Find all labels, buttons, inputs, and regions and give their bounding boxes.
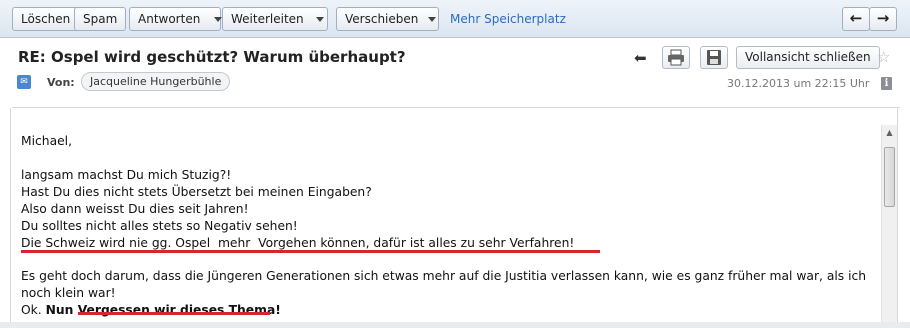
message-toolbar: Löschen Spam Antworten Weiterleiten Vers…	[0, 0, 910, 38]
print-icon	[668, 49, 684, 66]
body-paragraph: Es geht doch darum, dass die Jüngeren Ge…	[21, 269, 867, 300]
delete-button[interactable]: Löschen	[12, 7, 80, 31]
closing-line: Ok. Nun Vergessen wir dieses Thema!	[21, 302, 881, 319]
message-body: Michael, langsam machst Du mich Stuzig?!…	[10, 108, 898, 328]
salutation: Michael,	[21, 134, 73, 148]
chevron-down-icon[interactable]	[428, 17, 437, 22]
move-button[interactable]: Verschieben	[336, 7, 439, 31]
print-button[interactable]	[662, 46, 690, 69]
message-text: Michael, langsam machst Du mich Stuzig?!…	[21, 133, 881, 319]
from-label: Von:	[47, 76, 75, 89]
chevron-down-icon[interactable]	[315, 17, 324, 22]
more-storage-link[interactable]: Mehr Speicherplatz	[450, 12, 566, 26]
star-icon[interactable]: ☆	[877, 48, 890, 66]
scroll-thumb[interactable]	[884, 147, 895, 207]
scroll-up-arrow[interactable]: ▲	[882, 125, 897, 141]
closing-prefix: Ok.	[21, 303, 46, 317]
message-datetime: 30.12.2013 um 22:15 Uhr	[727, 77, 870, 90]
arrow-left-icon[interactable]: ⬅	[634, 49, 647, 67]
arrow-left-icon: ←	[849, 9, 863, 27]
sender-chip[interactable]: Jacqueline Hungerbühle	[81, 72, 231, 91]
next-message-button[interactable]: →	[869, 7, 897, 31]
previous-message-button[interactable]: ←	[842, 7, 870, 31]
red-underline	[78, 312, 270, 315]
close-fullview-button[interactable]: Vollansicht schließen	[736, 46, 880, 69]
arrow-right-icon: →	[876, 9, 890, 27]
save-button[interactable]	[700, 46, 728, 69]
body-line: Also dann weisst Du dies seit Jahren!	[21, 202, 249, 216]
info-icon[interactable]: i	[881, 77, 892, 90]
message-subject: RE: Ospel wird geschützt? Warum überhaup…	[18, 48, 406, 66]
red-underline	[21, 250, 600, 253]
forward-button-label: Weiterleiten	[231, 12, 304, 26]
reply-button[interactable]: Antworten	[129, 7, 223, 31]
bottom-edge	[0, 322, 910, 328]
envelope-icon: ✉	[17, 75, 31, 89]
forward-button[interactable]: Weiterleiten	[222, 7, 328, 31]
scrollbar[interactable]: ▲	[881, 125, 897, 328]
save-icon	[707, 50, 721, 65]
body-line: langsam machst Du mich Stuzig?!	[21, 168, 232, 182]
reply-button-label: Antworten	[138, 12, 201, 26]
move-button-label: Verschieben	[345, 12, 419, 26]
spam-button[interactable]: Spam	[74, 7, 127, 31]
body-line: Du solltes nicht alles stets so Negativ …	[21, 219, 298, 233]
body-line: Hast Du dies nicht stets Übersetzt bei m…	[21, 185, 372, 199]
